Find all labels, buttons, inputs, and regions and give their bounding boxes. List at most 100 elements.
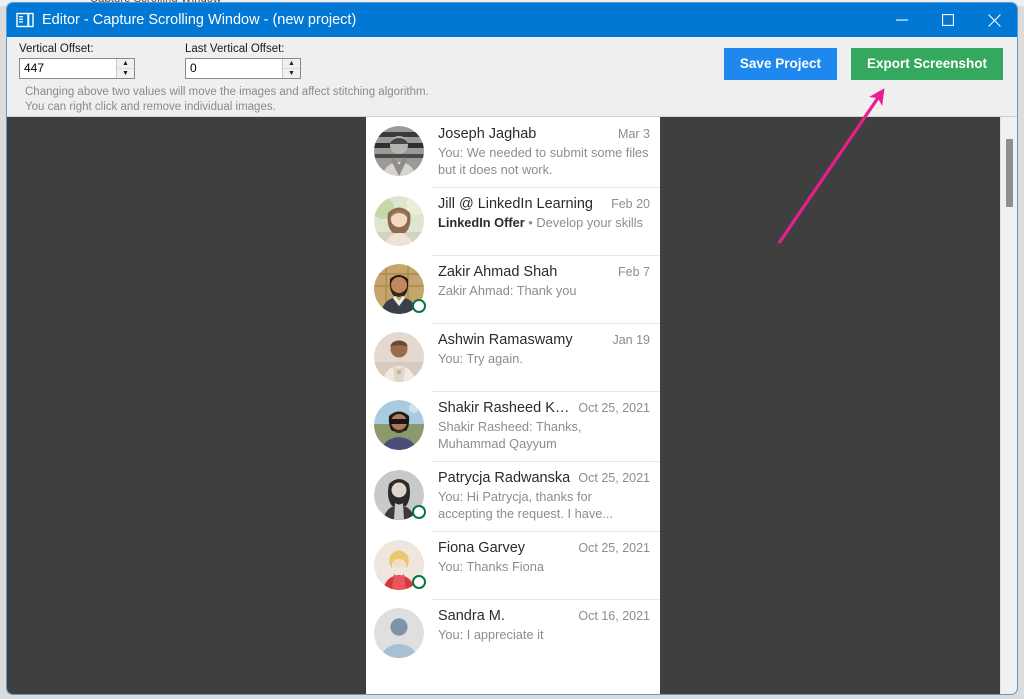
conversation-snippet: Shakir Rasheed: Thanks, Muhammad Qayyum <box>438 419 582 451</box>
last-vertical-offset-spin-up-icon[interactable]: ▲ <box>283 59 300 69</box>
avatar-image <box>374 400 424 450</box>
conversation-sender-name: Fiona Garvey <box>438 540 526 556</box>
conversation-header: Zakir Ahmad Shah Feb 7 <box>438 264 650 280</box>
conversation-header: Jill @ LinkedIn Learning Feb 20 <box>438 196 650 212</box>
conversation-body: Shakir Rasheed Kh... Oct 25, 2021 Shakir R… <box>438 400 650 452</box>
conversation-date: Oct 16, 2021 <box>578 609 650 623</box>
conversation-snippet-text: • Develop your skills <box>524 215 644 230</box>
conversation-sender-name: Sandra M. <box>438 608 505 624</box>
conversation-snippet: You: Try again. <box>438 351 523 366</box>
avatar <box>374 332 424 382</box>
last-vertical-offset-spin-down-icon[interactable]: ▼ <box>283 69 300 78</box>
toolbar-hint-line-1: Changing above two values will move the … <box>25 86 429 98</box>
conversation-list-item[interactable]: Shakir Rasheed Kh... Oct 25, 2021 Shakir R… <box>366 391 660 461</box>
last-vertical-offset-group: Last Vertical Offset: 0 ▲ ▼ <box>185 43 301 79</box>
conversation-snippet: Zakir Ahmad: Thank you <box>438 283 577 298</box>
conversation-list-item[interactable]: Sandra M. Oct 16, 2021 You: I appreciate i… <box>366 599 660 667</box>
avatar <box>374 608 424 658</box>
minimize-icon[interactable] <box>879 3 925 37</box>
conversation-header: Ashwin Ramaswamy Jan 19 <box>438 332 650 348</box>
online-presence-icon <box>412 505 426 519</box>
vertical-offset-stepper[interactable]: 447 ▲ ▼ <box>19 58 135 79</box>
canvas-scrollbar-thumb[interactable] <box>1006 139 1013 207</box>
stitched-screenshot[interactable]: Joseph Jaghab Mar 3 You: We needed to subm… <box>366 117 660 694</box>
editor-window: Editor - Capture Scrolling Window - (new… <box>6 2 1018 695</box>
conversation-snippet: LinkedIn Offer • Develop your skills <box>438 214 650 231</box>
conversation-body: Ashwin Ramaswamy Jan 19 You: Try again. <box>438 332 650 382</box>
conversation-body: Fiona Garvey Oct 25, 2021 You: Thanks Fion… <box>438 540 650 590</box>
conversation-sender-name: Ashwin Ramaswamy <box>438 332 573 348</box>
avatar <box>374 400 424 450</box>
save-project-button[interactable]: Save Project <box>723 48 837 80</box>
conversation-header: Joseph Jaghab Mar 3 <box>438 126 650 142</box>
conversation-date: Oct 25, 2021 <box>578 401 650 415</box>
conversation-header: Patrycja Radwanska Oct 25, 2021 <box>438 470 650 486</box>
conversation-body: Patrycja Radwanska Oct 25, 2021 You: Hi Pa… <box>438 470 650 522</box>
last-vertical-offset-stepper[interactable]: 0 ▲ ▼ <box>185 58 301 79</box>
conversation-sender-name: Zakir Ahmad Shah <box>438 264 558 280</box>
avatar <box>374 264 426 314</box>
vertical-offset-input[interactable]: 447 <box>20 59 116 78</box>
conversation-date: Mar 3 <box>618 127 650 141</box>
last-vertical-offset-input[interactable]: 0 <box>186 59 282 78</box>
editor-window-icon <box>16 12 34 28</box>
conversation-body: Sandra M. Oct 16, 2021 You: I appreciate i… <box>438 608 650 658</box>
conversation-date: Jan 19 <box>612 333 650 347</box>
conversation-sender-name: Jill @ LinkedIn Learning <box>438 196 593 212</box>
conversation-sender-name: Joseph Jaghab <box>438 126 537 142</box>
conversation-header: Sandra M. Oct 16, 2021 <box>438 608 650 624</box>
avatar-image <box>374 332 424 382</box>
titlebar[interactable]: Editor - Capture Scrolling Window - (new… <box>7 3 1017 37</box>
conversation-snippet: You: We needed to submit some files but … <box>438 145 649 177</box>
avatar <box>374 470 426 520</box>
conversation-list-item[interactable]: Zakir Ahmad Shah Feb 7 Zakir Ahmad: Thank … <box>366 255 660 323</box>
editor-canvas[interactable]: Joseph Jaghab Mar 3 You: We needed to subm… <box>7 117 1017 694</box>
vertical-offset-group: Vertical Offset: 447 ▲ ▼ <box>19 43 135 79</box>
conversation-body: Jill @ LinkedIn Learning Feb 20 LinkedIn O… <box>438 196 650 246</box>
avatar-image <box>374 608 424 658</box>
vertical-offset-spin-up-icon[interactable]: ▲ <box>117 59 134 69</box>
conversation-body: Zakir Ahmad Shah Feb 7 Zakir Ahmad: Thank … <box>438 264 650 314</box>
conversation-list-item[interactable]: Ashwin Ramaswamy Jan 19 You: Try again. <box>366 323 660 391</box>
conversation-date: Feb 20 <box>611 197 650 211</box>
toolbar-hint: Changing above two values will move the … <box>25 85 429 115</box>
conversation-list-item[interactable]: Award Fiona Garvey Oct 25, 2021 You: Thank… <box>366 531 660 599</box>
conversation-body: Joseph Jaghab Mar 3 You: We needed to subm… <box>438 126 650 178</box>
maximize-icon[interactable] <box>925 3 971 37</box>
window-controls <box>879 3 1017 37</box>
conversation-header: Shakir Rasheed Kh... Oct 25, 2021 <box>438 400 650 416</box>
conversation-date: Feb 7 <box>618 265 650 279</box>
conversation-date: Oct 25, 2021 <box>578 471 650 485</box>
online-presence-icon <box>412 299 426 313</box>
vertical-offset-label: Vertical Offset: <box>19 43 94 55</box>
toolbar-hint-line-2: You can right click and remove individua… <box>25 101 276 113</box>
close-icon[interactable] <box>971 3 1017 37</box>
conversation-list-item[interactable]: Joseph Jaghab Mar 3 You: We needed to subm… <box>366 117 660 187</box>
conversation-snippet-badge: LinkedIn Offer <box>438 215 525 230</box>
canvas-scrollbar[interactable] <box>1000 117 1017 694</box>
conversation-snippet: You: Thanks Fiona <box>438 559 545 574</box>
avatar-image <box>374 196 424 246</box>
conversation-sender-name: Shakir Rasheed Kh... <box>438 400 573 416</box>
conversation-sender-name: Patrycja Radwanska <box>438 470 571 486</box>
last-vertical-offset-label: Last Vertical Offset: <box>185 43 285 55</box>
online-presence-icon <box>412 575 426 589</box>
avatar-image <box>374 126 424 176</box>
avatar: Award <box>374 540 426 590</box>
vertical-offset-spin-buttons: ▲ ▼ <box>116 59 134 78</box>
avatar <box>374 196 424 246</box>
conversation-list-item[interactable]: Jill @ LinkedIn Learning Feb 20 LinkedIn O… <box>366 187 660 255</box>
window-title: Editor - Capture Scrolling Window - (new… <box>42 11 357 28</box>
last-vertical-offset-spin-buttons: ▲ ▼ <box>282 59 300 78</box>
options-toolbar: Vertical Offset: 447 ▲ ▼ Last Vertical O… <box>7 37 1017 117</box>
conversation-header: Fiona Garvey Oct 25, 2021 <box>438 540 650 556</box>
export-screenshot-button[interactable]: Export Screenshot <box>850 48 1003 80</box>
toolbar-actions: Save Project Export Screenshot <box>723 48 1003 80</box>
conversation-snippet: You: I appreciate it <box>438 627 544 642</box>
conversation-snippet: You: Hi Patrycja, thanks for accepting t… <box>438 489 614 521</box>
avatar <box>374 126 424 176</box>
vertical-offset-spin-down-icon[interactable]: ▼ <box>117 69 134 78</box>
conversation-list-item[interactable]: Patrycja Radwanska Oct 25, 2021 You: Hi Pa… <box>366 461 660 531</box>
screen-root: Capture Scrolling Window Editor - Captur… <box>0 0 1024 699</box>
conversation-date: Oct 25, 2021 <box>578 541 650 555</box>
